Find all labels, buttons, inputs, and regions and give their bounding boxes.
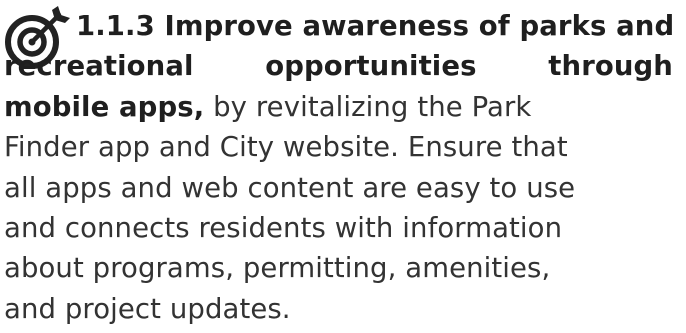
heading-word: through	[548, 50, 673, 83]
body-line-4: Finder app and City website. Ensure that	[4, 131, 568, 164]
body-line-8: and project updates.	[4, 292, 291, 325]
body-line-7: about programs, permitting, amenities,	[4, 252, 551, 285]
heading-title-line-1: Improve awareness of parks and	[164, 10, 675, 42]
body-line-6: and connects residents with information	[4, 211, 563, 244]
body-line-3: mobile apps, by revitalizing the Park	[4, 87, 531, 127]
heading-line-2: recreational opportunities through	[4, 46, 673, 86]
body-text: by revitalizing the Park	[204, 90, 532, 123]
heading-word: opportunities	[265, 50, 477, 83]
heading-title-line-3: mobile apps,	[4, 90, 205, 123]
heading-number: 1.1.3	[76, 10, 155, 42]
heading-word: recreational	[4, 50, 194, 83]
heading-line-1: 1.1.3 Improve awareness of parks and	[76, 6, 674, 46]
body-line-5: all apps and web content are easy to use	[4, 171, 576, 204]
